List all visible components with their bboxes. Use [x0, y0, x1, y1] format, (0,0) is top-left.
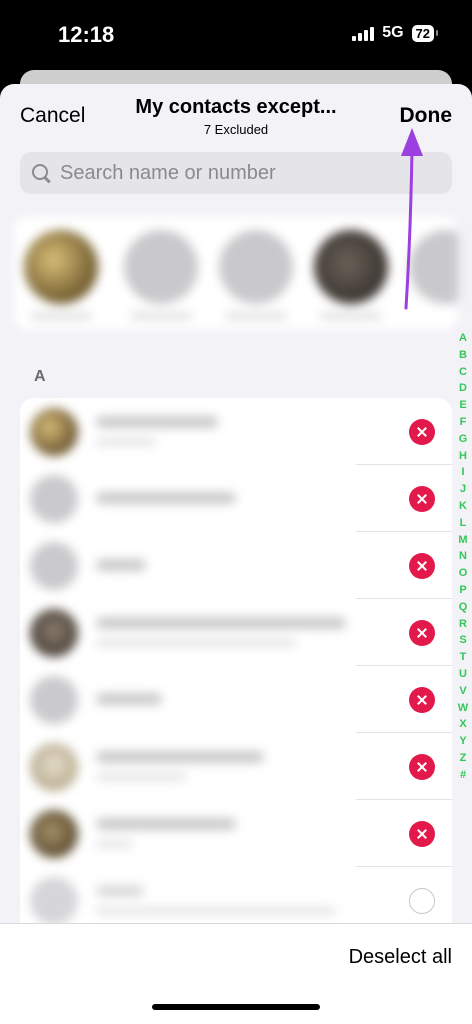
selected-avatar[interactable]: [24, 230, 98, 304]
index-letter[interactable]: M: [458, 532, 467, 549]
index-letter[interactable]: R: [459, 616, 467, 633]
contact-details-blurred: [20, 666, 356, 733]
selected-contacts-carousel[interactable]: [14, 216, 458, 330]
contact-details-blurred: [20, 800, 356, 867]
index-letter[interactable]: Z: [460, 750, 467, 767]
contact-row[interactable]: [20, 733, 452, 800]
bottom-toolbar: Deselect all: [0, 923, 472, 1024]
index-letter[interactable]: J: [460, 481, 466, 498]
index-letter[interactable]: T: [460, 649, 467, 666]
index-letter[interactable]: Y: [459, 733, 466, 750]
selected-name: [225, 312, 287, 320]
alphabet-index[interactable]: A B C D E F G H I J K L M N O P Q R S T U V W X Y Z #: [455, 330, 471, 784]
contact-row[interactable]: [20, 398, 452, 465]
index-letter[interactable]: V: [459, 683, 466, 700]
index-letter[interactable]: K: [459, 498, 467, 515]
selected-avatar[interactable]: [409, 230, 458, 304]
battery-icon: 72: [411, 24, 439, 42]
search-bar[interactable]: [20, 152, 452, 194]
index-letter[interactable]: O: [459, 565, 468, 582]
contact-details-blurred: [20, 398, 356, 465]
deselect-all-button[interactable]: Deselect all: [349, 946, 452, 969]
selected-name: [30, 312, 92, 320]
index-letter[interactable]: #: [460, 767, 466, 784]
contact-row[interactable]: [20, 465, 452, 532]
network-type: 5G: [382, 24, 404, 41]
index-letter[interactable]: A: [459, 330, 467, 347]
contact-details-blurred: [20, 599, 356, 666]
contact-row[interactable]: [20, 532, 452, 599]
index-letter[interactable]: G: [459, 431, 468, 448]
index-letter[interactable]: Q: [459, 599, 468, 616]
selected-check-icon[interactable]: [409, 620, 435, 646]
status-time: 12:18: [58, 22, 115, 47]
selected-check-icon[interactable]: [409, 754, 435, 780]
selected-name: [130, 312, 192, 320]
selected-check-icon[interactable]: [409, 486, 435, 512]
index-letter[interactable]: F: [460, 414, 467, 431]
selected-check-icon[interactable]: [409, 821, 435, 847]
selected-avatar[interactable]: [124, 230, 198, 304]
home-indicator: [152, 1004, 320, 1010]
index-letter[interactable]: U: [459, 666, 467, 683]
cellular-signal-icon: [352, 25, 375, 41]
index-letter[interactable]: H: [459, 448, 467, 465]
contact-row[interactable]: [20, 666, 452, 733]
search-icon: [30, 162, 52, 184]
contact-row[interactable]: [20, 599, 452, 666]
index-letter[interactable]: P: [459, 582, 466, 599]
selected-check-icon[interactable]: [409, 419, 435, 445]
status-indicators: 5G 72: [352, 24, 439, 42]
contact-row[interactable]: [20, 800, 452, 867]
contact-details-blurred: [20, 465, 356, 532]
index-letter[interactable]: D: [459, 380, 467, 397]
status-bar: 12:18 5G 72: [0, 0, 472, 72]
contact-picker-sheet: Cancel My contacts except... 7 Excluded …: [0, 84, 472, 1024]
done-button[interactable]: Done: [400, 104, 453, 128]
selected-check-icon[interactable]: [409, 687, 435, 713]
index-letter[interactable]: S: [459, 632, 466, 649]
index-letter[interactable]: E: [459, 397, 466, 414]
index-letter[interactable]: L: [460, 515, 467, 532]
search-input[interactable]: [60, 161, 440, 185]
contact-details-blurred: [20, 733, 356, 800]
selected-avatar[interactable]: [314, 230, 388, 304]
selected-avatar[interactable]: [219, 230, 293, 304]
contact-details-blurred: [20, 532, 356, 599]
index-letter[interactable]: X: [459, 716, 466, 733]
contact-list: [20, 398, 452, 934]
index-letter[interactable]: W: [458, 700, 468, 717]
index-letter[interactable]: I: [461, 464, 464, 481]
index-letter[interactable]: B: [459, 347, 467, 364]
selected-check-icon[interactable]: [409, 553, 435, 579]
section-header-a: A: [34, 368, 46, 385]
index-letter[interactable]: C: [459, 364, 467, 381]
selected-name: [320, 312, 382, 320]
index-letter[interactable]: N: [459, 548, 467, 565]
unselected-circle-icon[interactable]: [409, 888, 435, 914]
